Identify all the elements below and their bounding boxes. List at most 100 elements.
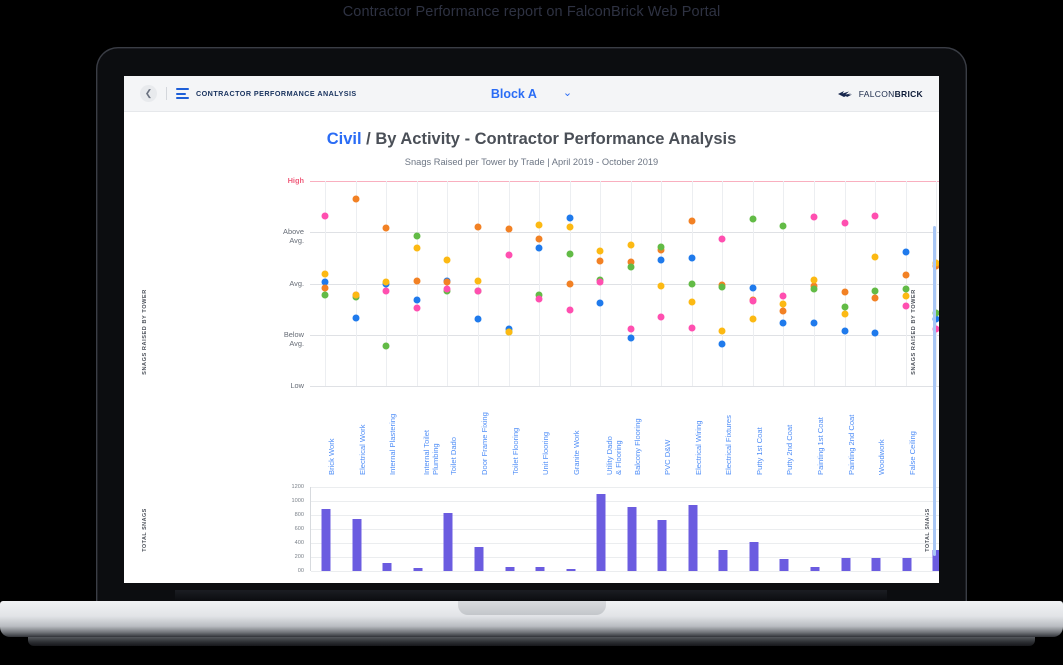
scatter-point[interactable] bbox=[382, 278, 390, 286]
scatter-point[interactable] bbox=[413, 296, 421, 304]
scatter-point[interactable] bbox=[871, 294, 879, 302]
bar-item[interactable] bbox=[413, 568, 423, 571]
scatter-point[interactable] bbox=[566, 280, 574, 287]
scatter-point[interactable] bbox=[902, 292, 910, 300]
scatter-point[interactable] bbox=[505, 251, 513, 259]
scatter-point[interactable] bbox=[413, 232, 421, 240]
scatter-point[interactable] bbox=[566, 250, 574, 258]
scatter-point[interactable] bbox=[902, 285, 910, 293]
scatter-point[interactable] bbox=[382, 287, 390, 295]
bar-item[interactable] bbox=[841, 557, 851, 571]
scatter-point[interactable] bbox=[779, 300, 787, 308]
bar-item[interactable] bbox=[382, 562, 392, 571]
scatter-point[interactable] bbox=[810, 213, 818, 221]
scatter-point[interactable] bbox=[688, 324, 696, 332]
scatter-point[interactable] bbox=[535, 295, 543, 303]
bar-item[interactable] bbox=[535, 567, 545, 571]
scatter-point[interactable] bbox=[718, 235, 726, 243]
scatter-point[interactable] bbox=[657, 282, 665, 290]
scatter-point[interactable] bbox=[382, 224, 390, 232]
bar-item[interactable] bbox=[810, 566, 820, 571]
scatter-point[interactable] bbox=[779, 222, 787, 230]
scatter-point[interactable] bbox=[627, 334, 635, 342]
scatter-point[interactable] bbox=[627, 241, 635, 249]
vertical-scrollbar[interactable] bbox=[933, 226, 936, 556]
scatter-point[interactable] bbox=[779, 307, 787, 315]
scatter-point[interactable] bbox=[596, 278, 604, 286]
scatter-point[interactable] bbox=[413, 304, 421, 312]
scatter-point[interactable] bbox=[749, 284, 757, 292]
scatter-point[interactable] bbox=[505, 328, 513, 336]
scatter-point[interactable] bbox=[841, 288, 849, 296]
bar-item[interactable] bbox=[688, 505, 698, 571]
scatter-point[interactable] bbox=[413, 244, 421, 252]
scatter-point[interactable] bbox=[596, 247, 604, 255]
scatter-point[interactable] bbox=[535, 221, 543, 229]
scatter-point[interactable] bbox=[627, 263, 635, 271]
scatter-point[interactable] bbox=[535, 235, 543, 243]
scatter-point[interactable] bbox=[749, 215, 757, 223]
scatter-point[interactable] bbox=[718, 340, 726, 348]
scatter-point[interactable] bbox=[749, 297, 757, 305]
scatter-point[interactable] bbox=[566, 306, 574, 314]
bar-item[interactable] bbox=[749, 541, 759, 571]
bar-item[interactable] bbox=[474, 546, 484, 571]
bar-item[interactable] bbox=[657, 519, 667, 571]
scatter-point[interactable] bbox=[352, 195, 360, 203]
scatter-point[interactable] bbox=[902, 248, 910, 256]
scatter-point[interactable] bbox=[382, 342, 390, 350]
bar-item[interactable] bbox=[596, 494, 606, 571]
scatter-point[interactable] bbox=[688, 280, 696, 287]
scatter-point[interactable] bbox=[841, 327, 849, 335]
scatter-point[interactable] bbox=[749, 315, 757, 323]
bar-item[interactable] bbox=[443, 512, 453, 571]
scatter-point[interactable] bbox=[871, 253, 879, 261]
scatter-point[interactable] bbox=[443, 256, 451, 264]
scatter-point[interactable] bbox=[871, 287, 879, 295]
bar-item[interactable] bbox=[505, 567, 515, 571]
scatter-point[interactable] bbox=[871, 212, 879, 220]
scatter-point[interactable] bbox=[841, 303, 849, 311]
scatter-point[interactable] bbox=[321, 284, 329, 292]
bar-item[interactable] bbox=[871, 558, 881, 571]
scatter-point[interactable] bbox=[688, 298, 696, 306]
scatter-point[interactable] bbox=[474, 287, 482, 295]
scatter-point[interactable] bbox=[352, 314, 360, 322]
scatter-point[interactable] bbox=[871, 329, 879, 337]
scatter-point[interactable] bbox=[596, 257, 604, 265]
scatter-point[interactable] bbox=[810, 276, 818, 284]
scatter-point[interactable] bbox=[718, 327, 726, 335]
scatter-point[interactable] bbox=[841, 310, 849, 318]
bar-item[interactable] bbox=[902, 558, 912, 571]
scatter-point[interactable] bbox=[902, 271, 910, 279]
bar-item[interactable] bbox=[321, 509, 331, 571]
scatter-point[interactable] bbox=[718, 283, 726, 291]
block-selector[interactable]: Block A ⌄ bbox=[457, 87, 607, 101]
scatter-point[interactable] bbox=[413, 277, 421, 285]
bar-item[interactable] bbox=[779, 559, 789, 571]
scatter-point[interactable] bbox=[474, 277, 482, 285]
scatter-point[interactable] bbox=[810, 319, 818, 327]
scatter-point[interactable] bbox=[627, 325, 635, 333]
scatter-point[interactable] bbox=[443, 285, 451, 293]
scatter-point[interactable] bbox=[321, 212, 329, 220]
chevron-left-icon[interactable]: ❮ bbox=[140, 85, 157, 102]
scatter-point[interactable] bbox=[657, 256, 665, 264]
scatter-point[interactable] bbox=[657, 313, 665, 321]
scatter-point[interactable] bbox=[352, 291, 360, 299]
scatter-point[interactable] bbox=[566, 223, 574, 231]
scatter-point[interactable] bbox=[566, 214, 574, 222]
scatter-point[interactable] bbox=[779, 292, 787, 300]
scatter-point[interactable] bbox=[505, 225, 513, 233]
scatter-point[interactable] bbox=[902, 302, 910, 310]
scatter-point[interactable] bbox=[321, 270, 329, 278]
scatter-point[interactable] bbox=[596, 299, 604, 307]
scatter-point[interactable] bbox=[474, 315, 482, 323]
bar-item[interactable] bbox=[718, 550, 728, 571]
scatter-point[interactable] bbox=[779, 319, 787, 327]
scatter-point[interactable] bbox=[688, 217, 696, 225]
hamburger-icon[interactable] bbox=[176, 88, 189, 99]
scatter-point[interactable] bbox=[657, 243, 665, 251]
scatter-point[interactable] bbox=[535, 244, 543, 252]
bar-item[interactable] bbox=[352, 518, 362, 571]
